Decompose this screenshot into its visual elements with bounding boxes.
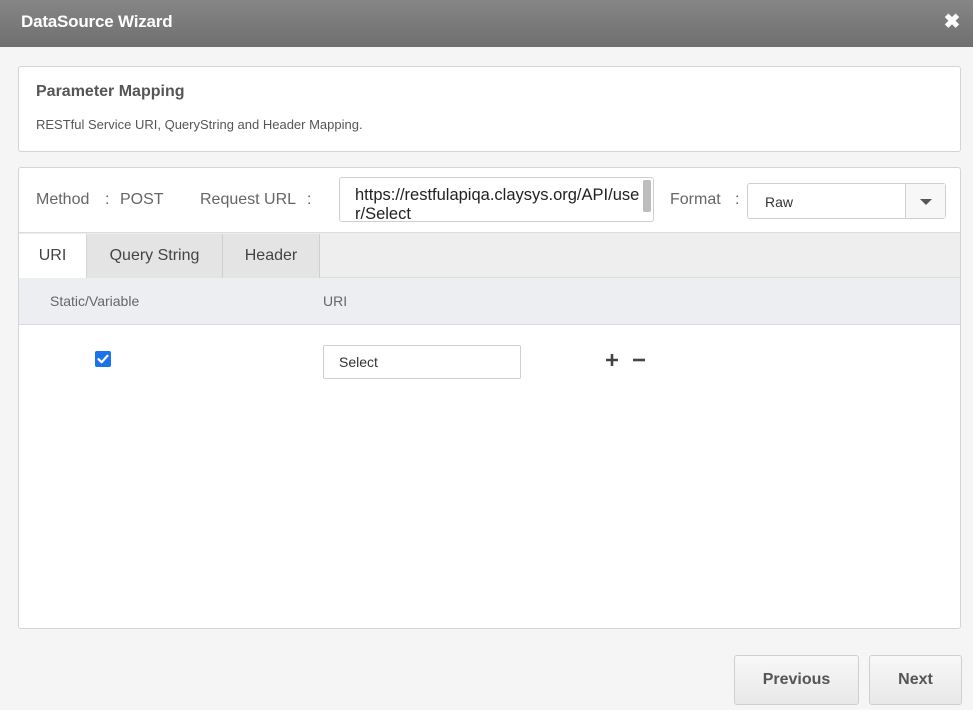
- add-row-icon[interactable]: [604, 352, 620, 368]
- mapping-panel: Method : POST Request URL : https://rest…: [18, 167, 961, 629]
- format-dropdown-button[interactable]: [905, 184, 945, 218]
- tab-header[interactable]: Header: [223, 234, 320, 279]
- close-icon[interactable]: ✖: [941, 11, 963, 33]
- method-label: Method: [36, 191, 90, 208]
- request-url-label: Request URL: [200, 191, 297, 208]
- title-bar: DataSource Wizard ✖: [0, 0, 973, 47]
- section-title: Parameter Mapping: [36, 83, 185, 100]
- tab-query-string[interactable]: Query String: [87, 234, 223, 279]
- chevron-down-icon: [920, 199, 932, 205]
- section-subtitle: RESTful Service URI, QueryString and Hea…: [36, 117, 363, 132]
- column-header-uri: URI: [323, 293, 348, 309]
- static-variable-checkbox[interactable]: [95, 351, 111, 367]
- request-url-separator: :: [307, 191, 312, 208]
- grid-header: Static/Variable URI: [19, 278, 960, 325]
- format-dropdown[interactable]: Raw: [747, 183, 946, 219]
- format-label: Format: [670, 191, 721, 208]
- format-separator: :: [735, 191, 740, 208]
- tab-bar: URI Query String Header: [19, 232, 960, 280]
- format-selected-value: Raw: [765, 194, 794, 210]
- request-url-scrollbar[interactable]: [643, 180, 651, 212]
- remove-row-icon[interactable]: [631, 352, 647, 368]
- next-button[interactable]: Next: [869, 655, 962, 705]
- tab-uri[interactable]: URI: [19, 234, 87, 280]
- window-title: DataSource Wizard: [21, 12, 173, 31]
- previous-button[interactable]: Previous: [734, 655, 859, 705]
- request-url-value: https://restfulapiqa.claysys.org/API/use…: [355, 186, 640, 222]
- method-separator: :: [105, 191, 110, 208]
- method-value: POST: [120, 191, 164, 208]
- header-panel: Parameter Mapping RESTful Service URI, Q…: [18, 66, 961, 152]
- checkmark-icon: [97, 354, 109, 364]
- request-url-field[interactable]: https://restfulapiqa.claysys.org/API/use…: [339, 177, 654, 222]
- uri-value-input[interactable]: [323, 345, 521, 379]
- column-header-static-variable: Static/Variable: [50, 293, 140, 309]
